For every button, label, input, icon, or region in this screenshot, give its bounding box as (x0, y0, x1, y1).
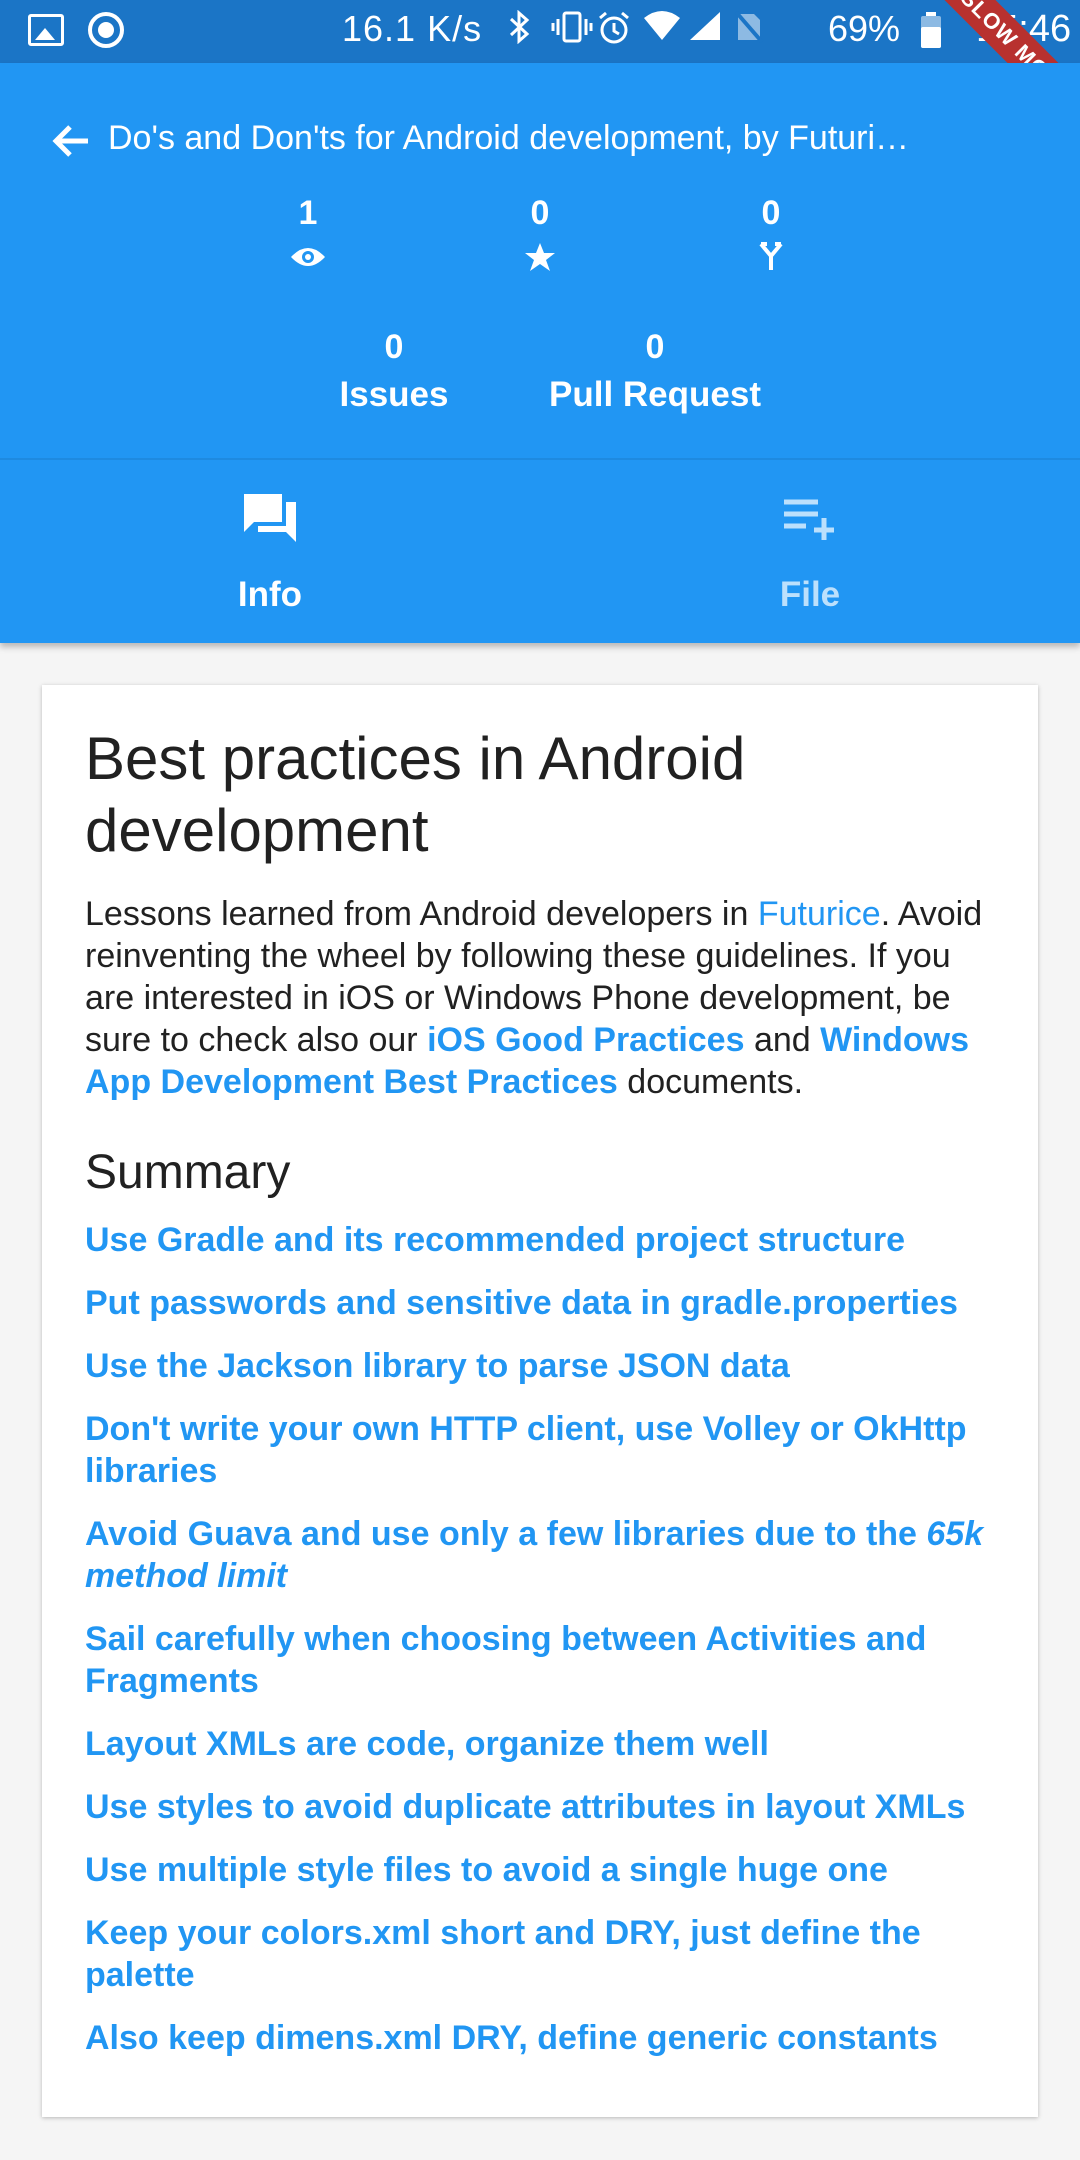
stars-stat[interactable]: 0 (480, 193, 600, 277)
pull-requests-label: Pull Request (549, 375, 761, 414)
pull-requests-stat[interactable]: 0 Pull Request (540, 325, 770, 415)
summary-link[interactable]: Layout XMLs are code, organize them well (85, 1723, 996, 1765)
star-icon (480, 237, 600, 277)
watchers-count: 1 (298, 194, 318, 232)
fork-icon (711, 237, 831, 277)
summary-list: Use Gradle and its recommended project s… (85, 1219, 996, 2059)
tab-info[interactable]: Info (0, 483, 540, 615)
summary-link[interactable]: Avoid Guava and use only a few libraries… (85, 1513, 996, 1597)
status-left-icons (28, 12, 124, 48)
intro-text-3: and (744, 1021, 821, 1059)
summary-link[interactable]: Sail carefully when choosing between Act… (85, 1618, 996, 1702)
summary-link[interactable]: Keep your colors.xml short and DRY, just… (85, 1912, 996, 1996)
back-arrow-icon[interactable] (48, 117, 96, 165)
bluetooth-icon (504, 9, 534, 46)
issues-label: Issues (339, 375, 449, 414)
battery-percent: 69% (828, 8, 901, 49)
intro-text-1: Lessons learned from Android developers … (85, 895, 758, 933)
summary-link[interactable]: Use the Jackson library to parse JSON da… (85, 1345, 996, 1387)
summary-link[interactable]: Use styles to avoid duplicate attributes… (85, 1786, 996, 1828)
issues-stat[interactable]: 0 Issues (318, 325, 470, 415)
forks-stat[interactable]: 0 (711, 193, 831, 277)
ios-practices-link[interactable]: iOS Good Practices (427, 1021, 744, 1059)
summary-link[interactable]: Use Gradle and its recommended project s… (85, 1219, 996, 1261)
no-sim-icon (734, 10, 764, 46)
futurice-link[interactable]: Futurice (758, 895, 881, 933)
forum-icon (0, 483, 540, 553)
repo-header: Do's and Don'ts for Android development,… (0, 63, 1080, 643)
network-speed: 16.1 K/s (342, 8, 483, 49)
gallery-notification-icon (28, 14, 64, 46)
watchers-stat[interactable]: 1 (248, 193, 368, 277)
stars-count: 0 (530, 194, 550, 232)
vibrate-icon (550, 10, 593, 46)
header-divider (0, 458, 1080, 460)
tab-file[interactable]: File (540, 483, 1080, 615)
summary-link[interactable]: Put passwords and sensitive data in grad… (85, 1282, 996, 1324)
status-right-icons (504, 9, 764, 46)
summary-link-text: Avoid Guava and use only a few libraries… (85, 1515, 927, 1553)
wifi-icon (642, 10, 680, 46)
readme-card: Best practices in Android development Le… (42, 685, 1038, 2117)
summary-link[interactable]: Also keep dimens.xml DRY, define generic… (85, 2017, 996, 2059)
tab-file-label: File (779, 575, 841, 614)
pull-requests-count: 0 (645, 328, 665, 366)
summary-link[interactable]: Use multiple style files to avoid a sing… (85, 1849, 996, 1891)
summary-link[interactable]: Don't write your own HTTP client, use Vo… (85, 1408, 996, 1492)
app-notification-icon (88, 12, 124, 48)
issues-count: 0 (384, 328, 404, 366)
repo-title: Do's and Don'ts for Android development,… (108, 119, 910, 157)
playlist-add-icon (540, 483, 1080, 553)
readme-intro: Lessons learned from Android developers … (85, 893, 996, 1103)
readme-heading: Best practices in Android development (85, 725, 746, 864)
intro-text-4: documents. (617, 1063, 804, 1101)
forks-count: 0 (761, 194, 781, 232)
tab-info-label: Info (237, 575, 303, 614)
status-bar: 16.1 K/s 69% 15:46 SLOW MODE (0, 0, 1080, 63)
eye-icon (248, 237, 368, 277)
battery-icon (920, 12, 942, 53)
alarm-icon (596, 10, 629, 46)
signal-icon (688, 10, 720, 46)
summary-heading: Summary (85, 1146, 291, 1199)
